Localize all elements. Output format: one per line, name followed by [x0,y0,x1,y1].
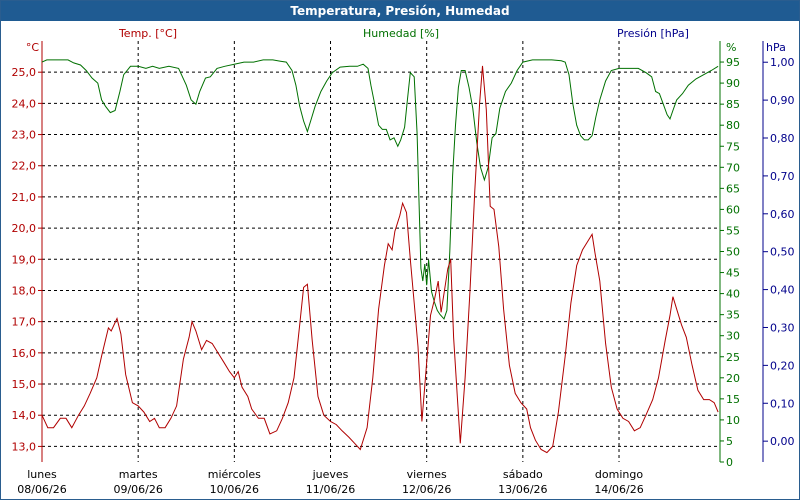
humidity-tick-label: 50 [726,246,740,259]
temperature-tick-label: 13,0 [12,440,37,453]
humidity-tick-label: 45 [726,267,740,280]
humidity-tick-label: 80 [726,119,740,132]
humidity-tick-label: 70 [726,161,740,174]
x-tick-date: 12/06/26 [402,483,451,496]
pressure-tick-label: 0,60 [770,208,795,221]
humidity-tick-label: 90 [726,77,740,90]
pressure-unit-label: hPa [766,41,786,54]
humidity-axis-title: Humedad [%] [363,27,439,40]
pressure-tick-label: 0,80 [770,132,795,145]
humidity-tick-labels: 0 5 10 15 20 25 30 35 40 45 50 55 60 65 70 75 80 85 90 95 [720,56,740,469]
temperature-tick-label: 15,0 [12,378,37,391]
pressure-tick-label: 0,20 [770,359,795,372]
pressure-tick-label: 0,70 [770,170,795,183]
humidity-tick-label: 35 [726,309,740,322]
humidity-tick-label: 15 [726,393,740,406]
humidity-tick-label: 30 [726,330,740,343]
humidity-tick-label: 40 [726,288,740,301]
temperature-tick-label: 18,0 [12,284,37,297]
x-tick-day: jueves [312,468,349,481]
pressure-tick-labels: 0,00 0,10 0,20 0,30 0,40 0,50 0,60 0,70 0,80 0,90… [763,56,795,448]
x-tick-day: domingo [595,468,643,481]
pressure-tick-label: 0,00 [770,435,795,448]
temperature-tick-label: 23,0 [12,129,37,142]
humidity-tick-label: 5 [726,435,733,448]
temperature-tick-label: 16,0 [12,347,37,360]
pressure-tick-label: 0,50 [770,246,795,259]
x-tick-day: lunes [27,468,57,481]
pressure-axis-title: Presión [hPa] [617,27,689,40]
vertical-gridlines [137,41,620,462]
x-tick-date: 13/06/26 [498,483,547,496]
temperature-unit-label: °C [26,41,40,54]
humidity-tick-label: 55 [726,224,740,237]
pressure-tick-label: 0,40 [770,284,795,297]
temperature-tick-label: 19,0 [12,253,37,266]
pressure-tick-label: 1,00 [770,56,795,69]
chart-window: Temperatura, Presión, Humedad Temp. [°C]… [0,0,800,500]
temperature-tick-label: 17,0 [12,316,37,329]
humidity-tick-label: 75 [726,140,740,153]
temperature-tick-label: 24,0 [12,97,37,110]
series-line-humidity [41,59,719,320]
pressure-tick-label: 0,10 [770,397,795,410]
temperature-axis-title: Temp. [°C] [118,27,177,40]
temperature-tick-labels: 13,0 14,0 15,0 16,0 17,0 18,0 19,0 20,0 21,0 22,0… [12,66,42,453]
humidity-unit-label: % [726,41,736,54]
pressure-tick-label: 0,90 [770,94,795,107]
temperature-tick-label: 25,0 [12,66,37,79]
temperature-tick-label: 20,0 [12,222,37,235]
humidity-tick-label: 0 [726,456,733,469]
x-tick-date: 08/06/26 [17,483,66,496]
humidity-tick-label: 85 [726,98,740,111]
x-tick-date: 09/06/26 [113,483,162,496]
x-tick-date: 10/06/26 [210,483,259,496]
x-tick-day: miércoles [208,468,261,481]
humidity-tick-label: 20 [726,372,740,385]
humidity-tick-label: 10 [726,414,740,427]
humidity-tick-label: 95 [726,56,740,69]
x-tick-date: 14/06/26 [594,483,643,496]
x-axis-tick-labels: lunes 08/06/26 martes 09/06/26 miércoles 10/0… [17,468,643,496]
temperature-tick-label: 14,0 [12,409,37,422]
x-tick-day: viernes [407,468,447,481]
x-tick-day: sábado [503,468,543,481]
humidity-tick-label: 65 [726,182,740,195]
window-title: Temperatura, Presión, Humedad [1,1,799,21]
temperature-tick-label: 21,0 [12,191,37,204]
x-tick-day: martes [119,468,158,481]
x-tick-date: 11/06/26 [306,483,355,496]
humidity-tick-label: 60 [726,203,740,216]
pressure-tick-label: 0,30 [770,321,795,334]
chart-canvas: Temp. [°C] °C Humedad [%] % Presión [hPa… [12,27,795,496]
temperature-tick-label: 22,0 [12,160,37,173]
humidity-tick-label: 25 [726,351,740,364]
